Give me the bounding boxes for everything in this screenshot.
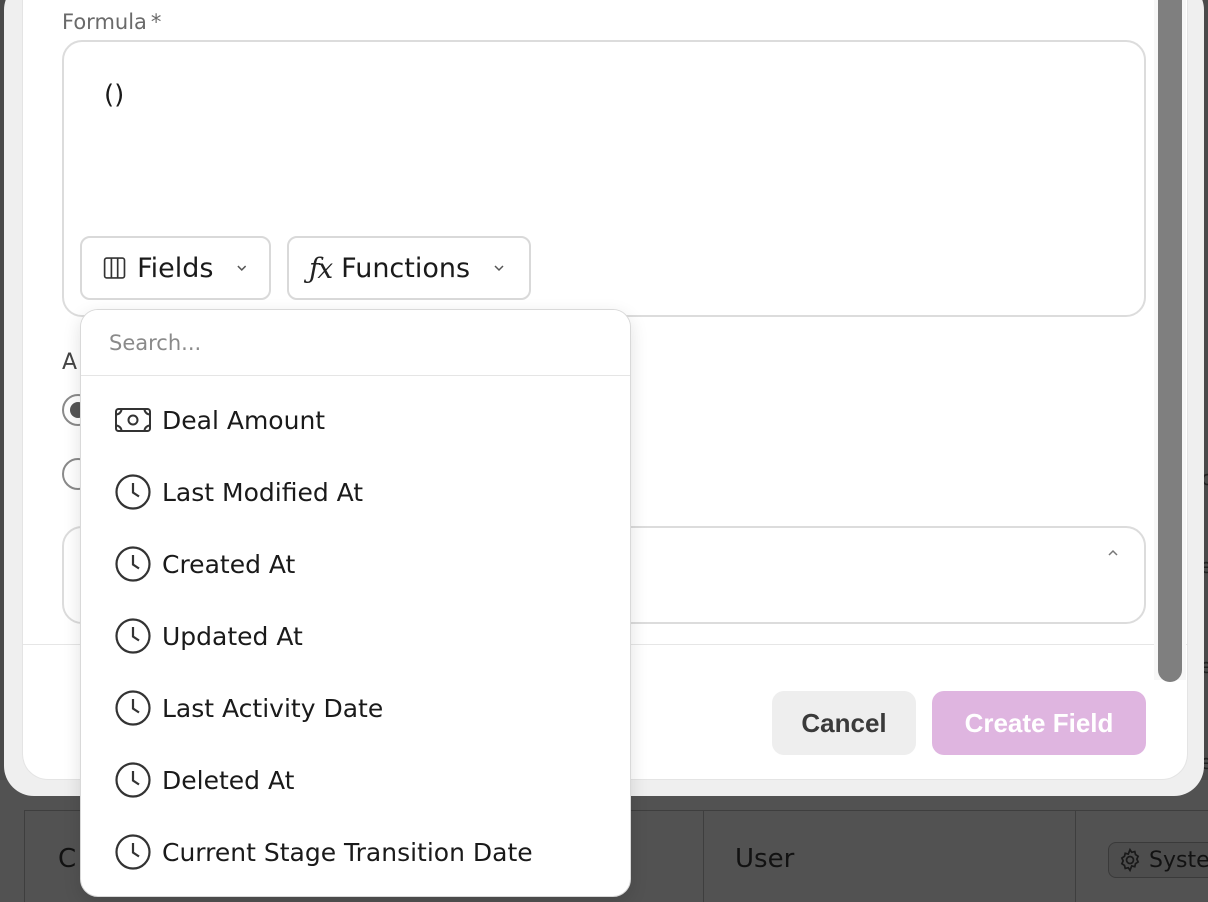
gear-icon — [1120, 847, 1140, 873]
clock-icon — [115, 834, 151, 870]
field-option-label: Created At — [162, 549, 296, 579]
clock-icon — [115, 762, 151, 798]
field-option-created-at[interactable]: Created At — [81, 528, 630, 600]
fields-search-input[interactable] — [81, 310, 630, 376]
functions-button[interactable]: ƒx Functions — [287, 236, 531, 300]
functions-button-label: Functions — [341, 252, 471, 284]
formula-label: Formula * — [62, 10, 161, 34]
money-icon — [115, 408, 151, 432]
columns-icon — [103, 257, 126, 279]
table-column-divider — [703, 810, 704, 902]
formula-label-text: Formula — [62, 10, 147, 34]
field-option-last-modified-at[interactable]: Last Modified At — [81, 456, 630, 528]
formula-editor[interactable]: () Fields ƒx Functions — [62, 40, 1146, 317]
clock-icon — [115, 474, 151, 510]
table-column-divider — [1075, 810, 1076, 902]
field-option-deleted-at[interactable]: Deleted At — [81, 744, 630, 816]
system-badge-label: Syste — [1149, 847, 1208, 873]
cancel-button[interactable]: Cancel — [772, 691, 916, 755]
chevron-down-icon — [237, 265, 247, 271]
fields-dropdown: Deal Amount Last Modified At Created At … — [80, 309, 631, 897]
clock-icon — [115, 690, 151, 726]
table-column-divider — [24, 810, 25, 902]
field-option-label: Current Stage Transition Date — [162, 837, 533, 867]
create-field-button[interactable]: Create Field — [932, 691, 1146, 755]
table-cell-name: C — [58, 844, 77, 874]
required-asterisk: * — [150, 10, 162, 34]
field-option-label: Last Modified At — [162, 477, 364, 507]
formula-value[interactable]: () — [104, 80, 124, 110]
table-cell-user: User — [735, 844, 795, 874]
fields-button-label: Fields — [137, 252, 214, 284]
field-option-label: Deleted At — [162, 765, 295, 795]
chevron-up-icon — [1108, 549, 1118, 556]
scrollbar-thumb[interactable] — [1158, 0, 1182, 682]
function-icon: ƒx — [309, 251, 333, 285]
field-option-label: Deal Amount — [162, 405, 326, 435]
field-option-updated-at[interactable]: Updated At — [81, 600, 630, 672]
chevron-down-icon — [494, 265, 504, 272]
field-option-label: Updated At — [162, 621, 303, 651]
field-option-last-activity-date[interactable]: Last Activity Date — [81, 672, 630, 744]
section-label: A — [62, 350, 78, 375]
field-option-current-stage-transition-date[interactable]: Current Stage Transition Date — [81, 816, 630, 888]
system-badge: Syste — [1108, 842, 1208, 878]
field-option-label: Last Activity Date — [162, 693, 384, 723]
clock-icon — [115, 546, 151, 582]
field-option-deal-amount[interactable]: Deal Amount — [81, 384, 630, 456]
fields-button[interactable]: Fields — [80, 236, 271, 300]
clock-icon — [115, 618, 151, 654]
